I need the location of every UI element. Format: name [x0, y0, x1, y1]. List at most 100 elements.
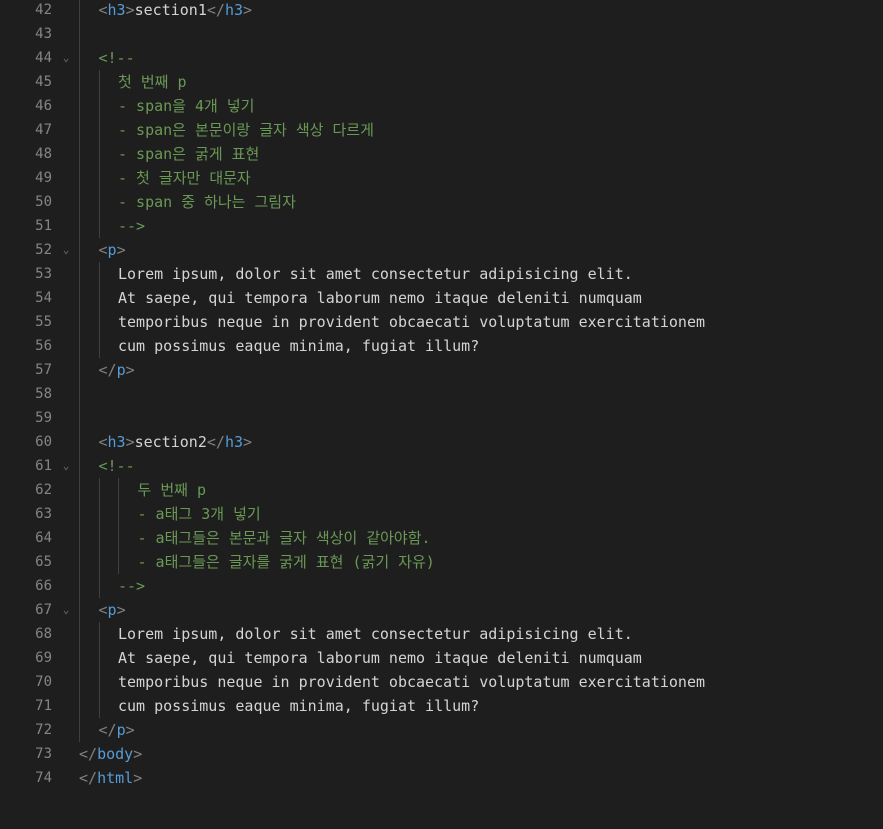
indent-guide — [98, 334, 100, 358]
code-token: h3 — [224, 433, 243, 451]
code-content: Lorem ipsum, dolor sit amet consectetur … — [118, 262, 633, 286]
code-content: <!-- — [99, 454, 135, 478]
code-token: < — [98, 241, 108, 259]
fold-chevron-icon[interactable]: ⌄ — [60, 454, 72, 478]
code-line[interactable]: 70 temporibus neque in provident obcaecat… — [0, 670, 883, 694]
code-token: --> — [118, 577, 146, 595]
indent-guide — [79, 646, 80, 670]
code-editor[interactable]: 42 <h3>section1</h3> 43 44 ⌄ <!-- 45 첫 번째 p 46- … — [0, 0, 883, 829]
code-token: At saepe, qui tempora laborum nemo itaqu… — [118, 649, 642, 667]
line-number: 56 — [35, 338, 52, 354]
code-token: At saepe, qui tempora laborum nemo itaqu… — [118, 289, 642, 307]
line-number: 48 — [35, 146, 52, 162]
code-content: </body> — [79, 742, 142, 766]
code-line[interactable]: 73 </body> — [0, 742, 883, 766]
indent-guide — [79, 286, 80, 310]
code-line[interactable]: 60 <h3>section2</h3> — [0, 430, 883, 454]
indent-guide — [98, 478, 100, 502]
code-line[interactable]: 67 ⌄ <p> — [0, 598, 883, 622]
code-line[interactable]: 61 ⌄ <!-- — [0, 454, 883, 478]
code-line[interactable]: 52 ⌄ <p> — [0, 238, 883, 262]
code-line[interactable]: 66 --> — [0, 574, 883, 598]
code-line[interactable]: 56 cum possimus eaque minima, fugiat illu… — [0, 334, 883, 358]
line-number: 72 — [35, 722, 52, 738]
code-content: At saepe, qui tempora laborum nemo itaqu… — [118, 286, 642, 310]
line-number: 64 — [35, 530, 52, 546]
code-content: <p> — [99, 598, 126, 622]
code-content: <h3>section2</h3> — [99, 430, 253, 454]
indent-guide — [79, 574, 80, 598]
code-line[interactable]: 54 At saepe, qui tempora laborum nemo ita… — [0, 286, 883, 310]
line-number: 46 — [35, 98, 52, 114]
code-content: At saepe, qui tempora laborum nemo itaqu… — [118, 646, 642, 670]
code-token: section2 — [134, 433, 207, 451]
code-line[interactable]: 55 temporibus neque in provident obcaecat… — [0, 310, 883, 334]
code-line[interactable]: 50 - span 중 하나는 그림자 — [0, 190, 883, 214]
line-number: 69 — [35, 650, 52, 666]
code-content: cum possimus eaque minima, fugiat illum? — [118, 334, 479, 358]
code-token: > — [116, 601, 126, 619]
code-line[interactable]: 65 - a태그들은 글자를 굵게 표현 (굵기 자유) — [0, 550, 883, 574]
line-number: 43 — [35, 26, 52, 42]
code-line[interactable]: 68 Lorem ipsum, dolor sit amet consectetu… — [0, 622, 883, 646]
indent-guide — [79, 670, 80, 694]
code-content: - span은 굵게 표현 — [118, 142, 259, 166]
indent-guide — [79, 406, 80, 430]
code-line[interactable]: 57 </p> — [0, 358, 883, 382]
code-token: < — [98, 601, 108, 619]
code-token: <!-- — [98, 49, 135, 67]
code-token: Lorem ipsum, dolor sit amet consectetur … — [118, 625, 633, 643]
code-token: h3 — [107, 433, 126, 451]
indent-guide — [79, 166, 80, 190]
code-line[interactable]: 63 - a태그 3개 넣기 — [0, 502, 883, 526]
indent-guide — [79, 502, 80, 526]
code-token: </ — [206, 1, 225, 19]
code-token: > — [125, 1, 135, 19]
code-content: </p> — [99, 718, 135, 742]
fold-chevron-icon[interactable]: ⌄ — [60, 598, 72, 622]
indent-guide — [98, 694, 100, 718]
code-content: 두 번째 p — [138, 478, 207, 502]
code-line[interactable]: 44 ⌄ <!-- — [0, 46, 883, 70]
code-line[interactable]: 47 - span은 본문이랑 글자 색상 다르게 — [0, 118, 883, 142]
indent-guide — [98, 550, 100, 574]
code-line[interactable]: 74 </html> — [0, 766, 883, 790]
code-line[interactable]: 72 </p> — [0, 718, 883, 742]
code-line[interactable]: 49 - 첫 글자만 대문자 — [0, 166, 883, 190]
code-line[interactable]: 51 --> — [0, 214, 883, 238]
line-number: 54 — [35, 290, 52, 306]
indent-guide — [79, 718, 80, 742]
code-line[interactable]: 42 <h3>section1</h3> — [0, 0, 883, 22]
fold-chevron-icon[interactable]: ⌄ — [60, 46, 72, 70]
line-number: 50 — [35, 194, 52, 210]
indent-guide — [79, 118, 80, 142]
line-number: 68 — [35, 626, 52, 642]
indent-guide — [98, 646, 100, 670]
line-number: 47 — [35, 122, 52, 138]
code-line[interactable]: 46 - span을 4개 넣기 — [0, 94, 883, 118]
code-line[interactable]: 64 - a태그들은 본문과 글자 색상이 같아야함. — [0, 526, 883, 550]
code-line[interactable]: 69 At saepe, qui tempora laborum nemo ita… — [0, 646, 883, 670]
code-token: - 첫 글자만 대문자 — [118, 169, 251, 187]
code-line[interactable]: 71 cum possimus eaque minima, fugiat illu… — [0, 694, 883, 718]
code-token: p — [116, 721, 126, 739]
code-line[interactable]: 58 — [0, 382, 883, 406]
code-line[interactable]: 62 두 번째 p — [0, 478, 883, 502]
code-line[interactable]: 48 - span은 굵게 표현 — [0, 142, 883, 166]
code-token: 두 번째 p — [137, 481, 207, 499]
line-number: 67 — [35, 602, 52, 618]
indent-guide — [98, 262, 100, 286]
code-token: > — [125, 721, 135, 739]
code-line[interactable]: 59 — [0, 406, 883, 430]
code-line[interactable]: 43 — [0, 22, 883, 46]
code-line[interactable]: 45 첫 번째 p — [0, 70, 883, 94]
indent-guide — [79, 70, 80, 94]
code-token: > — [125, 361, 135, 379]
code-token: < — [98, 433, 108, 451]
code-line[interactable]: 53 Lorem ipsum, dolor sit amet consectetu… — [0, 262, 883, 286]
indent-guide — [118, 526, 119, 550]
fold-chevron-icon[interactable]: ⌄ — [60, 238, 72, 262]
code-token: - span을 4개 넣기 — [118, 97, 255, 115]
line-number: 66 — [35, 578, 52, 594]
indent-guide — [79, 238, 80, 262]
